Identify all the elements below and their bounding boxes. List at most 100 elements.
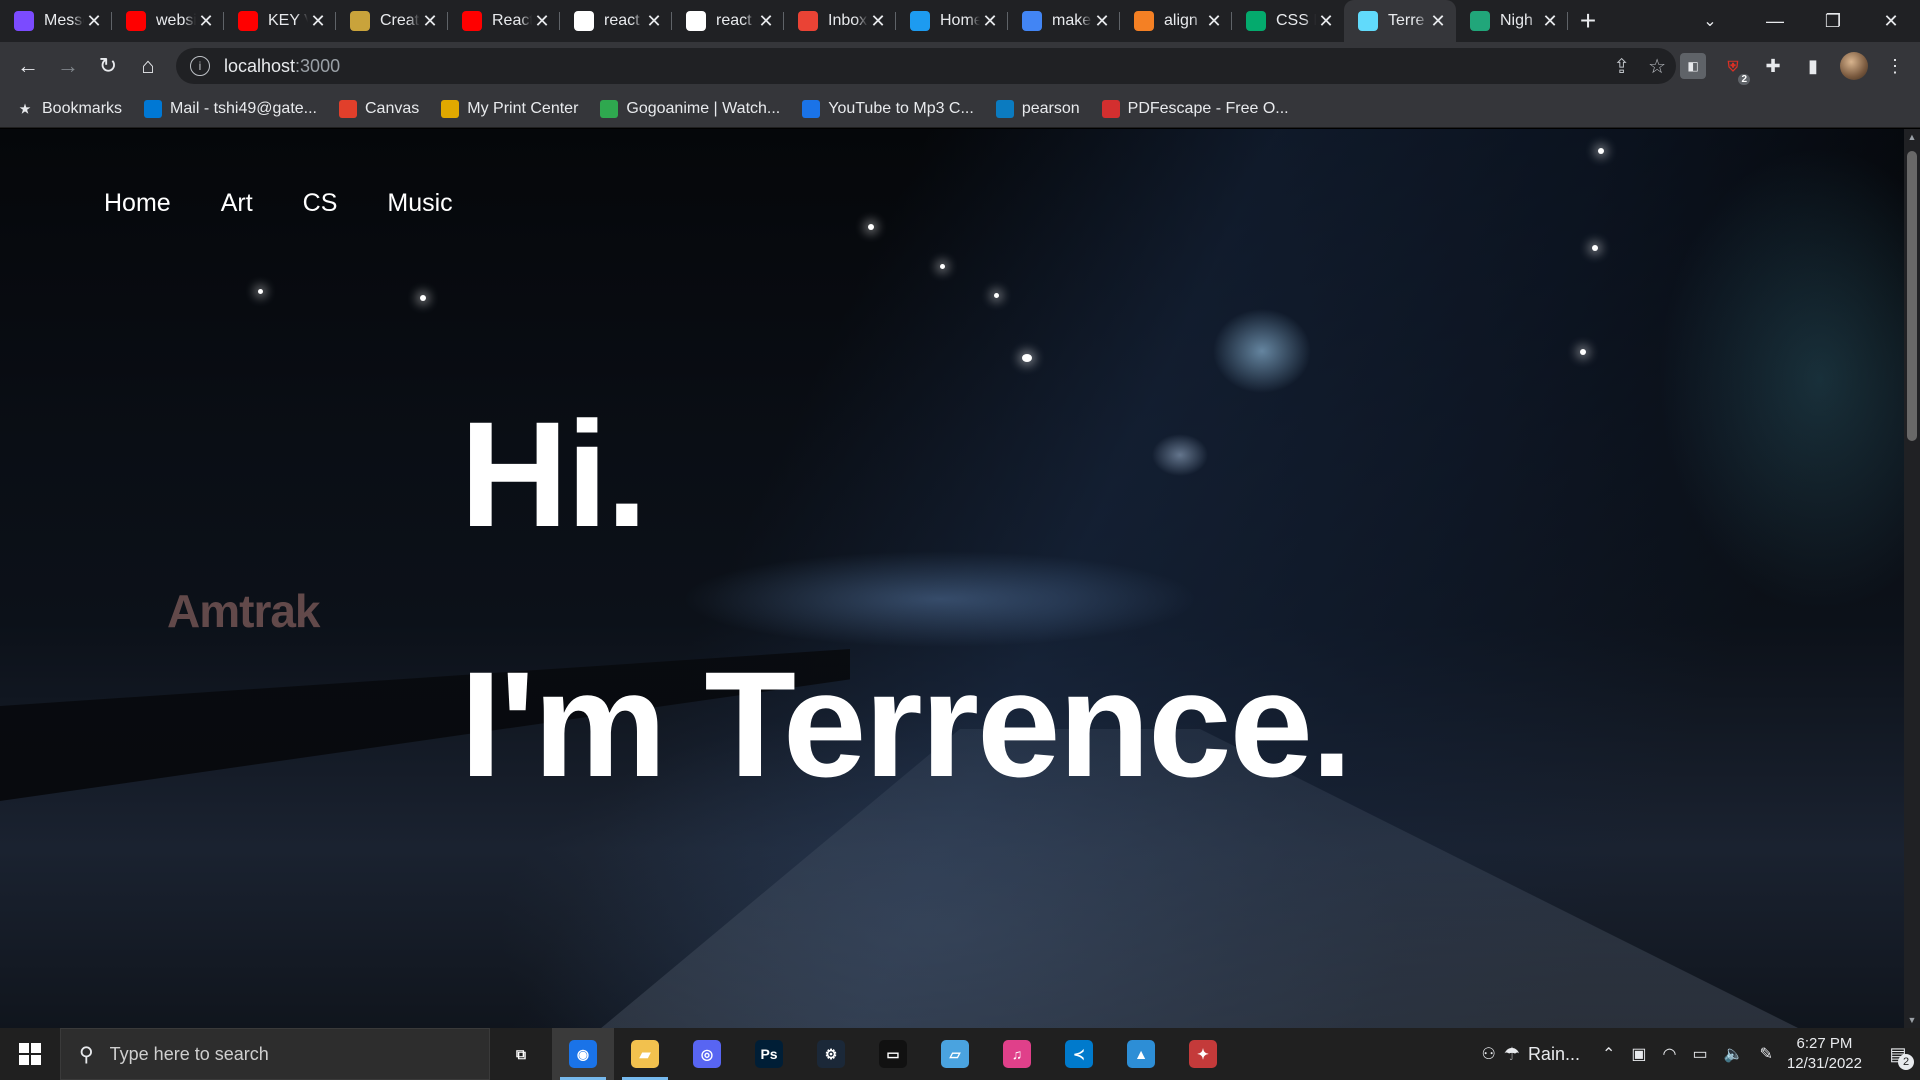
tab-close-icon[interactable]: ✕ [1540, 11, 1560, 31]
tab-close-icon[interactable]: ✕ [1204, 11, 1224, 31]
tab-close-icon[interactable]: ✕ [1428, 11, 1448, 31]
notification-center-icon[interactable]: ▤ 2 [1876, 1028, 1920, 1080]
tab-close-icon[interactable]: ✕ [756, 11, 776, 31]
profile-avatar[interactable] [1840, 52, 1868, 80]
tab-close-icon[interactable]: ✕ [980, 11, 1000, 31]
home-icon[interactable]: ⌂ [128, 46, 168, 86]
tab-search-icon[interactable]: ⌄ [1690, 0, 1730, 42]
taskbar-search[interactable]: ⚲ Type here to search [60, 1028, 490, 1080]
taskbar-app[interactable]: ▭ [862, 1028, 924, 1080]
browser-tab[interactable]: website✕ [112, 0, 224, 42]
pen-icon[interactable]: ✎ [1760, 1044, 1773, 1064]
kebab-menu-icon[interactable]: ⋮ [1882, 53, 1908, 79]
taskbar-app[interactable]: ▱ [924, 1028, 986, 1080]
bookmark-star-icon[interactable]: ☆ [1648, 54, 1666, 79]
task-view-icon: ⧉ [516, 1045, 526, 1062]
close-window-icon[interactable]: ✕ [1862, 0, 1920, 42]
address-bar[interactable]: i localhost:3000 ⇪ ☆ [176, 48, 1676, 84]
tab-close-icon[interactable]: ✕ [420, 11, 440, 31]
scroll-thumb[interactable] [1907, 151, 1917, 441]
nav-link-home[interactable]: Home [104, 189, 171, 218]
taskbar-app[interactable]: ♫ [986, 1028, 1048, 1080]
browser-tab[interactable]: Terre ✕ [1344, 0, 1456, 42]
tab-title: align [1164, 12, 1198, 29]
page-scrollbar[interactable]: ▲ ▼ [1904, 129, 1920, 1028]
site-info-icon[interactable]: i [190, 56, 210, 76]
extension-icon[interactable]: ◧ [1680, 53, 1706, 79]
taskbar-app[interactable]: ⧉ [490, 1028, 552, 1080]
taskbar-app[interactable]: ▰ [614, 1028, 676, 1080]
taskbar-app[interactable]: ✦ [1172, 1028, 1234, 1080]
p-icon [1470, 11, 1490, 31]
tab-close-icon[interactable]: ✕ [308, 11, 328, 31]
bookmark-item[interactable]: Gogoanime | Watch... [600, 99, 780, 118]
start-button[interactable] [0, 1028, 60, 1080]
browser-tab[interactable]: react ✕ [672, 0, 784, 42]
tab-list: Messenger✕website✕KEY V✕Create✕React✕rea… [0, 0, 1568, 42]
scroll-up-icon[interactable]: ▲ [1904, 129, 1920, 145]
new-tab-button[interactable]: + [1568, 0, 1608, 42]
scroll-down-icon[interactable]: ▼ [1904, 1012, 1920, 1028]
discord-icon: ◎ [693, 1040, 721, 1068]
volume-icon[interactable]: 🔈 [1724, 1044, 1744, 1064]
chevron-up-icon[interactable]: ⌃ [1602, 1044, 1615, 1064]
taskbar-app[interactable]: ▲ [1110, 1028, 1172, 1080]
browser-tab[interactable]: KEY V✕ [224, 0, 336, 42]
wifi-icon[interactable]: ◠ [1663, 1044, 1677, 1064]
tab-close-icon[interactable]: ✕ [868, 11, 888, 31]
tab-close-icon[interactable]: ✕ [196, 11, 216, 31]
url-text[interactable]: localhost:3000 [224, 56, 340, 77]
pdfescape-icon [1101, 99, 1120, 118]
clock[interactable]: 6:27 PM 12/31/2022 [1787, 1034, 1862, 1074]
minimize-icon[interactable]: — [1746, 0, 1804, 42]
windows-logo-icon [19, 1043, 41, 1065]
reload-icon[interactable]: ↻ [88, 46, 128, 86]
tab-close-icon[interactable]: ✕ [1092, 11, 1112, 31]
bookmark-item[interactable]: Mail - tshi49@gate... [144, 99, 317, 118]
back-arrow-icon[interactable]: ← [8, 46, 48, 86]
tab-title: Create [380, 12, 420, 29]
nav-link-art[interactable]: Art [221, 189, 253, 218]
browser-tab[interactable]: align ✕ [1120, 0, 1232, 42]
side-panel-icon[interactable]: ▮ [1800, 53, 1826, 79]
taskbar-app[interactable]: ⚙ [800, 1028, 862, 1080]
taskbar-app[interactable]: ≺ [1048, 1028, 1110, 1080]
weather-widget[interactable]: ☂ Rain... [1504, 1044, 1580, 1065]
puzzle-extensions-icon[interactable]: ✚ [1760, 53, 1786, 79]
battery-icon[interactable]: ▭ [1692, 1044, 1707, 1064]
tab-close-icon[interactable]: ✕ [84, 11, 104, 31]
taskbar-app[interactable]: ◎ [676, 1028, 738, 1080]
nav-link-music[interactable]: Music [387, 189, 452, 218]
bookmark-item[interactable]: pearson [995, 99, 1080, 118]
nav-link-cs[interactable]: CS [303, 189, 338, 218]
tab-close-icon[interactable]: ✕ [532, 11, 552, 31]
github-icon [574, 11, 594, 31]
ublock-icon[interactable]: ⛨ 2 [1720, 53, 1750, 85]
light-dot [994, 293, 999, 298]
browser-tab[interactable]: make ✕ [1008, 0, 1120, 42]
bookmark-item[interactable]: My Print Center [441, 99, 578, 118]
browser-tab[interactable]: Home ✕ [896, 0, 1008, 42]
taskbar-app[interactable]: Ps [738, 1028, 800, 1080]
tab-close-icon[interactable]: ✕ [1316, 11, 1336, 31]
browser-tab[interactable]: Inbox ✕ [784, 0, 896, 42]
browser-tab[interactable]: CSS I ✕ [1232, 0, 1344, 42]
print-center-icon [441, 99, 460, 118]
bookmark-item[interactable]: YouTube to Mp3 C... [802, 99, 974, 118]
people-icon[interactable]: ⚇ [1481, 1044, 1495, 1064]
star-icon: ★ [19, 101, 31, 116]
share-icon[interactable]: ⇪ [1613, 54, 1630, 79]
browser-tab[interactable]: Create✕ [336, 0, 448, 42]
bookmark-item[interactable]: PDFescape - Free O... [1101, 99, 1289, 118]
taskbar-app[interactable]: ◉ [552, 1028, 614, 1080]
bookmark-item[interactable]: Canvas [339, 99, 419, 118]
tab-close-icon[interactable]: ✕ [644, 11, 664, 31]
restore-icon[interactable]: ❐ [1804, 0, 1862, 42]
bookmark-item[interactable]: ★ Bookmarks [16, 100, 122, 118]
browser-tab[interactable]: React ✕ [448, 0, 560, 42]
browser-tab[interactable]: Messenger✕ [0, 0, 112, 42]
meet-icon[interactable]: ▣ [1631, 1044, 1646, 1064]
browser-tab[interactable]: Nigh ✕ [1456, 0, 1568, 42]
forward-arrow-icon[interactable]: → [48, 46, 88, 86]
browser-tab[interactable]: react ✕ [560, 0, 672, 42]
